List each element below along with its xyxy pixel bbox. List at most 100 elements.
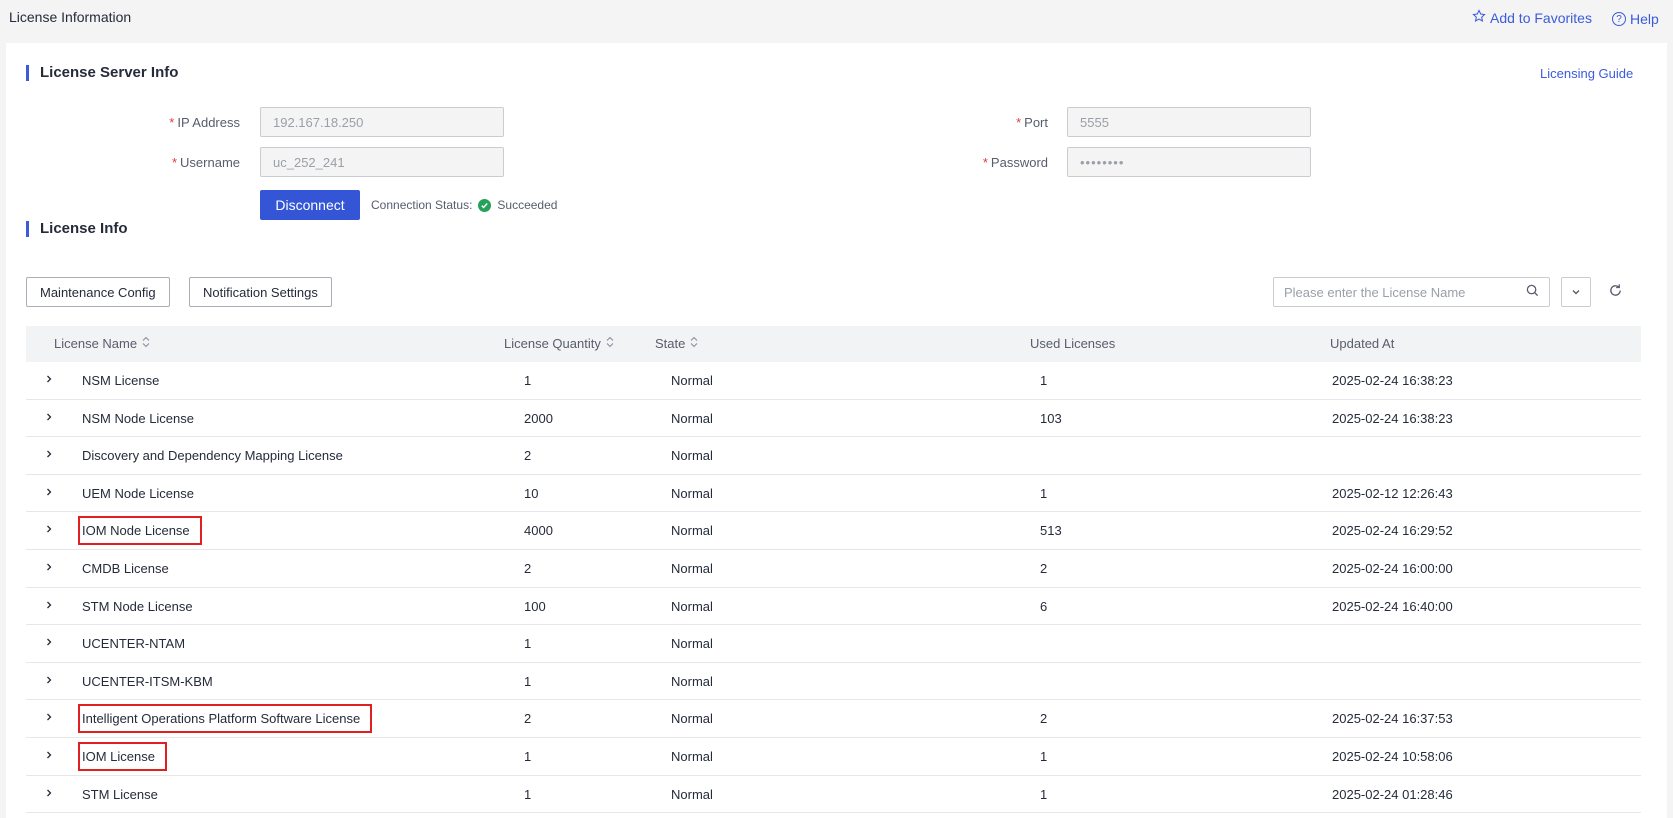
- filter-dropdown-button[interactable]: [1561, 277, 1591, 307]
- chevron-right-icon[interactable]: [42, 673, 56, 687]
- column-header-label: Used Licenses: [1030, 336, 1116, 351]
- ip-address-label: * IP Address: [156, 115, 240, 130]
- column-header-label: Updated At: [1330, 336, 1395, 351]
- ip-address-input[interactable]: 192.167.18.250: [260, 107, 504, 137]
- chevron-right-icon[interactable]: [42, 635, 56, 649]
- chevron-right-icon[interactable]: [42, 372, 56, 386]
- chevron-right-icon[interactable]: [42, 748, 56, 762]
- required-mark: *: [1016, 115, 1022, 130]
- license-quantity-cell: 1: [524, 673, 532, 689]
- used-licenses-cell: 1: [1040, 786, 1048, 802]
- main-panel: License Server Info Licensing Guide * IP …: [6, 43, 1667, 818]
- license-quantity-cell: 100: [524, 598, 546, 614]
- add-to-favorites-link[interactable]: Add to Favorites: [1472, 9, 1592, 26]
- table-row[interactable]: Intelligent Operations Platform Software…: [26, 700, 1641, 738]
- license-server-info-title: License Server Info: [26, 64, 178, 82]
- license-name-cell: STM Node License: [82, 598, 193, 614]
- license-quantity-cell: 2: [524, 560, 532, 576]
- license-quantity-cell: 2000: [524, 410, 553, 426]
- sort-icon[interactable]: [605, 336, 615, 351]
- username-label: * Username: [156, 155, 240, 170]
- sort-icon[interactable]: [141, 336, 151, 351]
- license-search-input[interactable]: [1284, 284, 1526, 300]
- used-licenses-cell: 103: [1040, 410, 1062, 426]
- license-name-cell: UCENTER-ITSM-KBM: [82, 673, 213, 689]
- column-header-state[interactable]: State: [655, 336, 699, 351]
- column-header-used-licenses: Used Licenses: [1030, 336, 1115, 351]
- updated-at-cell: 2025-02-24 01:28:46: [1332, 786, 1453, 802]
- license-name-cell: Discovery and Dependency Mapping License: [82, 448, 343, 464]
- username-input[interactable]: uc_252_241: [260, 147, 504, 177]
- table-row[interactable]: NSM Node License 2000 Normal 103 2025-02-24 …: [26, 400, 1641, 438]
- state-cell: Normal: [671, 410, 713, 426]
- port-label: * Port: [986, 115, 1048, 130]
- table-row[interactable]: IOM Node License 4000 Normal 513 2025-02-24 …: [26, 512, 1641, 550]
- license-quantity-cell: 1: [524, 748, 532, 764]
- refresh-button[interactable]: [1605, 282, 1625, 302]
- chevron-down-icon: [1571, 285, 1581, 300]
- port-label-text: Port: [1024, 115, 1048, 130]
- notification-settings-button[interactable]: Notification Settings: [189, 277, 332, 307]
- username-label-text: Username: [180, 155, 240, 170]
- top-bar: License Information Add to Favorites ? H…: [0, 0, 1673, 40]
- license-name-cell: IOM Node License: [82, 523, 190, 539]
- table-row[interactable]: STM Node License 100 Normal 6 2025-02-24 16:…: [26, 588, 1641, 626]
- used-licenses-cell: 1: [1040, 748, 1048, 764]
- chevron-right-icon[interactable]: [42, 560, 56, 574]
- chevron-right-icon[interactable]: [42, 786, 56, 800]
- column-header-label: License Quantity: [504, 336, 601, 351]
- table-row[interactable]: NSM License 1 Normal 1 2025-02-24 16:38:23: [26, 362, 1641, 400]
- chevron-right-icon[interactable]: [42, 598, 56, 612]
- license-quantity-cell: 4000: [524, 523, 553, 539]
- help-link[interactable]: ? Help: [1612, 11, 1659, 27]
- table-row[interactable]: UCENTER-ITSM-KBM 1 Normal: [26, 663, 1641, 701]
- license-quantity-cell: 2: [524, 448, 532, 464]
- license-name-cell: CMDB License: [82, 560, 169, 576]
- chevron-right-icon[interactable]: [42, 485, 56, 499]
- license-name-cell: Intelligent Operations Platform Software…: [82, 711, 361, 727]
- chevron-right-icon[interactable]: [42, 710, 56, 724]
- updated-at-cell: 2025-02-24 16:38:23: [1332, 373, 1453, 388]
- sort-icon[interactable]: [689, 336, 699, 351]
- table-row[interactable]: STM License 1 Normal 1 2025-02-24 01:28:46: [26, 776, 1641, 814]
- table-row[interactable]: IOM License 1 Normal 1 2025-02-24 10:58:06: [26, 738, 1641, 776]
- table-row[interactable]: UEM Node License 10 Normal 1 2025-02-12 12:2…: [26, 475, 1641, 513]
- license-quantity-cell: 2: [524, 711, 532, 727]
- refresh-icon: [1608, 283, 1623, 301]
- star-icon: [1472, 9, 1486, 26]
- search-icon[interactable]: [1526, 284, 1539, 300]
- license-quantity-cell: 1: [524, 636, 532, 652]
- used-licenses-cell: 2: [1040, 711, 1048, 727]
- used-licenses-cell: 1: [1040, 373, 1048, 388]
- chevron-right-icon[interactable]: [42, 410, 56, 424]
- port-input[interactable]: 5555: [1067, 107, 1311, 137]
- state-cell: Normal: [671, 786, 713, 802]
- used-licenses-cell: 1: [1040, 485, 1048, 501]
- table-row[interactable]: Discovery and Dependency Mapping License…: [26, 437, 1641, 475]
- chevron-right-icon[interactable]: [42, 522, 56, 536]
- state-cell: Normal: [671, 711, 713, 727]
- column-header-license-quantity[interactable]: License Quantity: [504, 336, 615, 351]
- license-name-cell: IOM License: [82, 748, 155, 764]
- column-header-label: License Name: [54, 336, 138, 351]
- licensing-guide-link[interactable]: Licensing Guide: [1540, 66, 1633, 81]
- table-row[interactable]: UCENTER-NTAM 1 Normal: [26, 625, 1641, 663]
- chevron-right-icon[interactable]: [42, 447, 56, 461]
- license-name-cell: NSM License: [82, 373, 160, 388]
- license-name-cell: UEM Node License: [82, 485, 194, 501]
- state-cell: Normal: [671, 748, 713, 764]
- column-header-label: State: [655, 336, 686, 351]
- license-info-title: License Info: [26, 220, 128, 238]
- table-row[interactable]: CMDB License 2 Normal 2 2025-02-24 16:00:00: [26, 550, 1641, 588]
- maintenance-config-button[interactable]: Maintenance Config: [26, 277, 170, 307]
- ip-address-label-text: IP Address: [177, 115, 240, 130]
- used-licenses-cell: 513: [1040, 523, 1062, 539]
- column-header-license-name[interactable]: License Name: [54, 336, 151, 351]
- updated-at-cell: 2025-02-24 16:29:52: [1332, 523, 1453, 539]
- state-cell: Normal: [671, 560, 713, 576]
- disconnect-button[interactable]: Disconnect: [260, 190, 360, 220]
- password-input[interactable]: ••••••••: [1067, 147, 1311, 177]
- license-table: License Name License Quantity State Used…: [26, 326, 1641, 814]
- updated-at-cell: 2025-02-24 16:40:00: [1332, 598, 1453, 614]
- license-search-box: [1273, 277, 1550, 307]
